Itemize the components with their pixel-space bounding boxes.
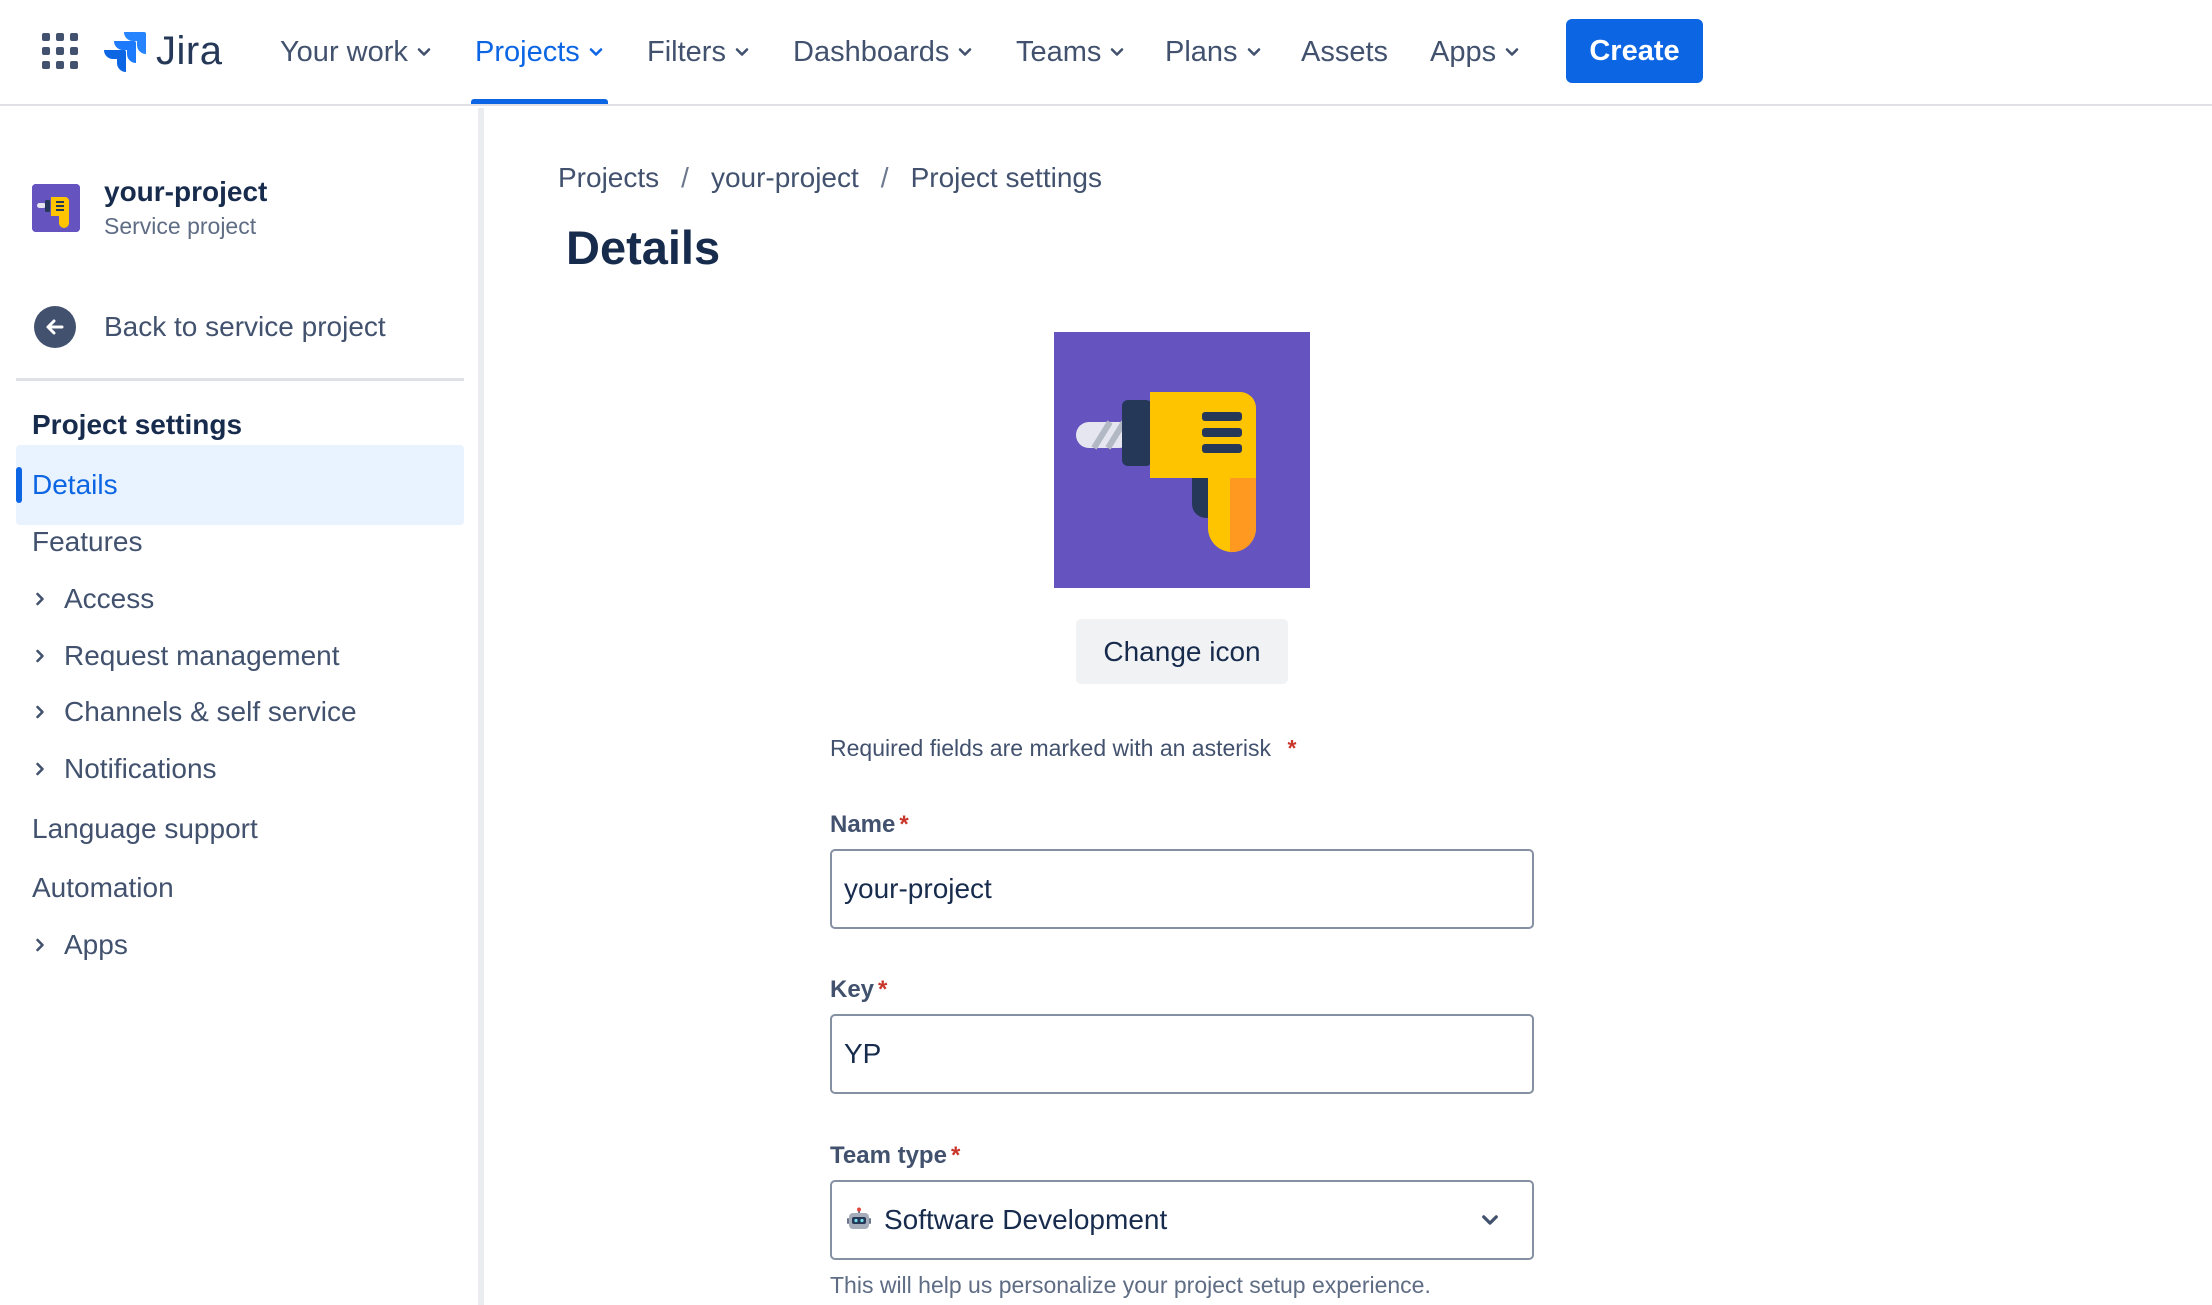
required-fields-note: Required fields are marked with an aster…: [830, 735, 1297, 761]
chevron-down-icon: [1505, 48, 1519, 56]
chevron-right-icon: [36, 705, 44, 719]
required-asterisk: *: [878, 976, 888, 1003]
name-input[interactable]: [830, 849, 1534, 929]
top-navigation: Jira Your work Projects Filters Dashboar…: [0, 0, 2212, 106]
chevron-right-icon: [36, 649, 44, 663]
breadcrumb-separator: /: [880, 162, 889, 193]
nav-projects[interactable]: Projects: [471, 0, 608, 104]
nav-filters[interactable]: Filters: [647, 0, 750, 104]
breadcrumb-projects[interactable]: Projects: [558, 162, 659, 194]
sidebar-divider: [16, 378, 464, 381]
breadcrumb: Projects / your-project / Project settin…: [558, 162, 1102, 194]
breadcrumb-project[interactable]: your-project: [711, 162, 859, 194]
create-button[interactable]: Create: [1566, 19, 1703, 83]
chevron-down-icon: [1482, 1215, 1498, 1225]
breadcrumb-project-settings[interactable]: Project settings: [911, 162, 1102, 194]
chevron-down-icon: [959, 48, 972, 56]
project-name: your-project: [104, 176, 268, 207]
project-type: Service project: [104, 213, 257, 239]
nav-your-work[interactable]: Your work: [280, 0, 432, 104]
nav-apps[interactable]: Apps: [1430, 0, 1520, 104]
jira-logo[interactable]: Jira: [104, 28, 222, 74]
chevron-right-icon: [36, 592, 44, 606]
chevron-down-icon: [735, 48, 749, 56]
back-label: Back to service project: [104, 311, 386, 342]
chevron-right-icon: [36, 938, 44, 952]
chevron-down-icon: [1111, 48, 1124, 56]
nav-assets[interactable]: Assets: [1301, 0, 1388, 104]
sidebar-section-title: Project settings: [32, 409, 243, 440]
nav-teams[interactable]: Teams: [1016, 0, 1125, 104]
arrow-left-icon: [34, 306, 76, 348]
jira-logo-icon: [104, 32, 146, 72]
key-input[interactable]: [830, 1014, 1534, 1094]
drill-icon: [1054, 332, 1310, 588]
team-type-helper-text: This will help us personalize your proje…: [830, 1272, 1431, 1298]
logo-text: Jira: [156, 28, 223, 73]
required-asterisk: *: [950, 1142, 961, 1169]
required-asterisk: *: [1287, 735, 1297, 761]
project-header[interactable]: your-project Service project: [32, 174, 267, 242]
sidebar-item-apps[interactable]: Apps: [16, 905, 464, 985]
chevron-down-icon: [417, 48, 431, 56]
team-type-label: Team type *: [830, 1142, 961, 1169]
sidebar-resize-handle[interactable]: [478, 108, 484, 1305]
breadcrumb-separator: /: [681, 162, 689, 193]
required-asterisk: *: [899, 811, 909, 838]
key-label: Key *: [830, 976, 888, 1003]
project-avatar: [32, 184, 80, 232]
chevron-down-icon: [589, 48, 603, 56]
chevron-right-icon: [36, 762, 44, 776]
name-label: Name *: [830, 811, 909, 838]
robot-icon: [847, 1207, 871, 1229]
project-sidebar: your-project Service project Back to ser…: [0, 108, 478, 1305]
project-icon-preview: [1054, 332, 1310, 588]
nav-dashboards[interactable]: Dashboards: [793, 0, 973, 104]
page-title: Details: [566, 221, 721, 274]
team-type-value: Software Development: [884, 1204, 1168, 1235]
back-to-project-link[interactable]: Back to service project: [34, 306, 386, 348]
team-type-select[interactable]: Software Development: [830, 1180, 1534, 1260]
drill-icon: [32, 184, 80, 232]
nav-plans[interactable]: Plans: [1165, 0, 1262, 104]
chevron-down-icon: [1247, 48, 1260, 56]
app-switcher-icon[interactable]: [42, 33, 78, 69]
change-icon-button[interactable]: Change icon: [1076, 619, 1288, 684]
